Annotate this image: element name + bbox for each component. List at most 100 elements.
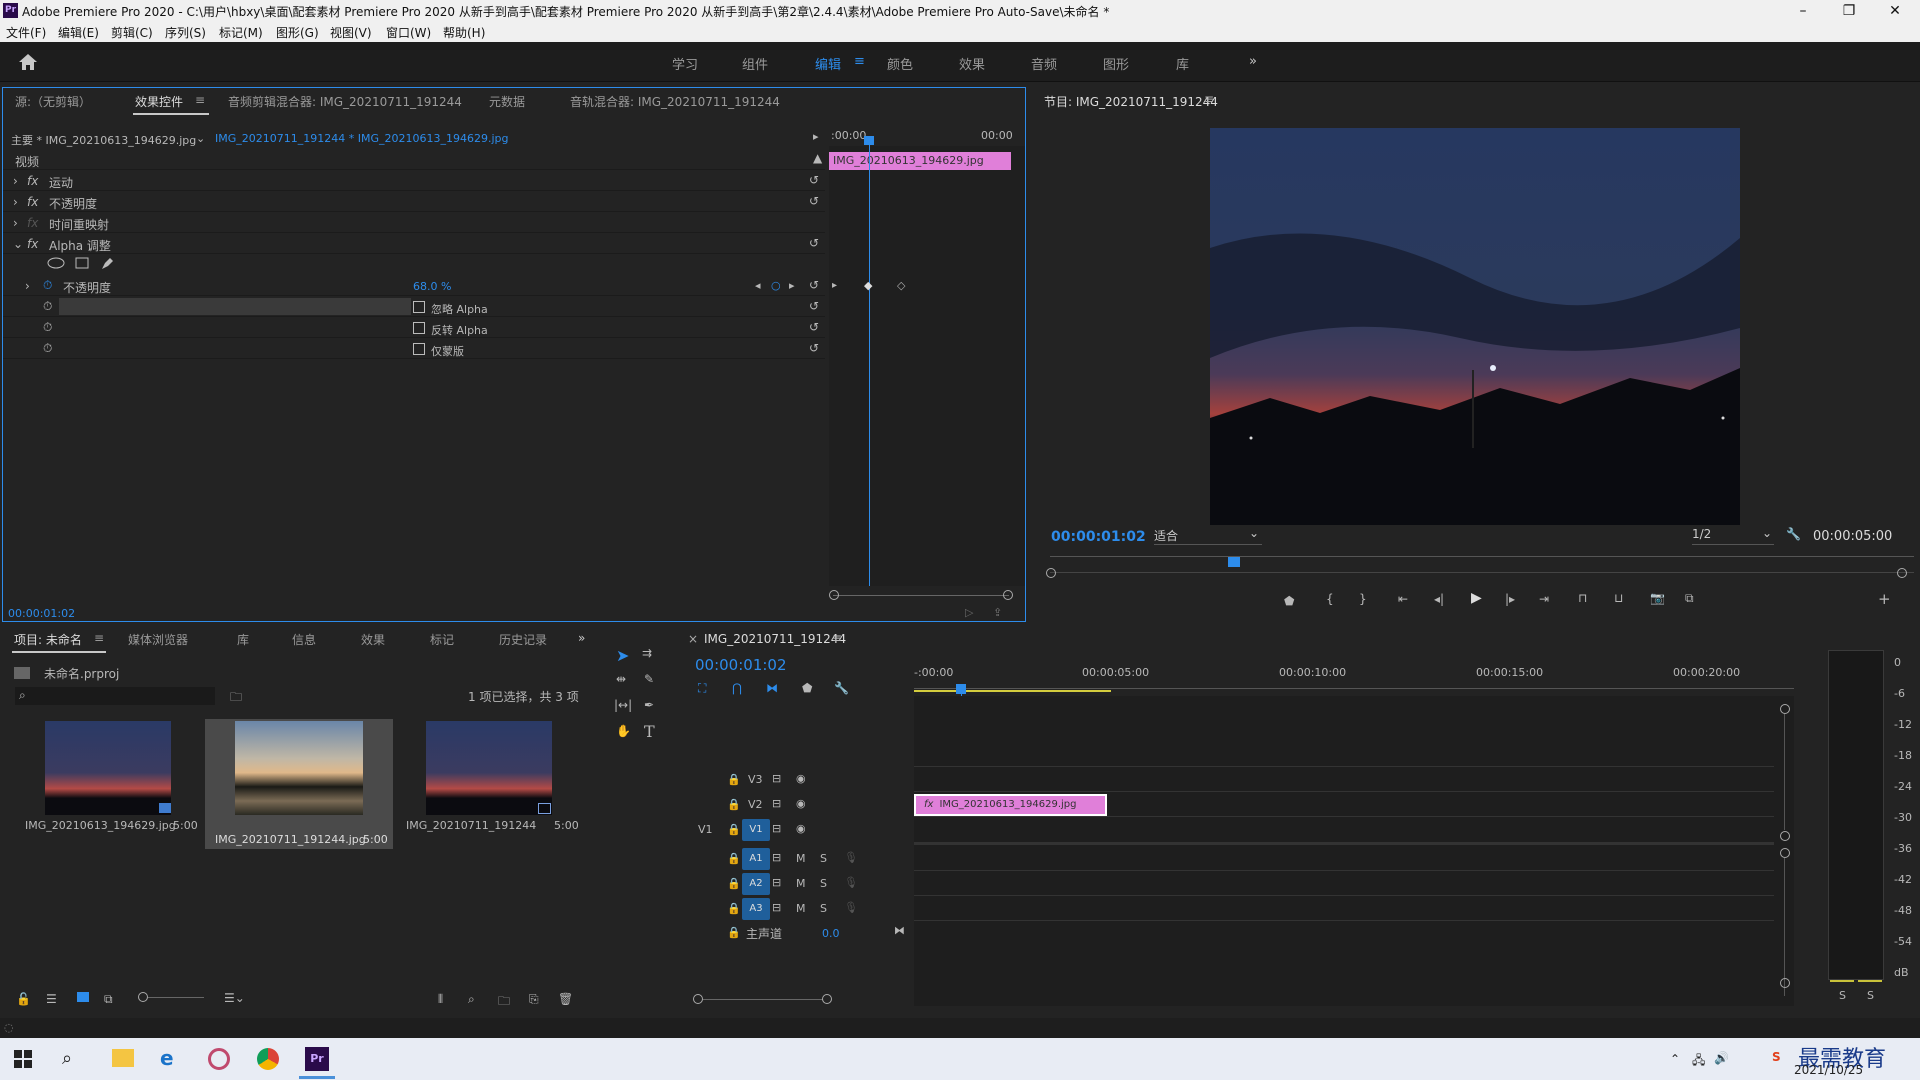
nest-icon[interactable]: ⛶: [698, 681, 706, 696]
program-menu-icon[interactable]: ≡: [1204, 92, 1214, 106]
edge-icon[interactable]: e: [160, 1046, 174, 1070]
program-video-frame[interactable]: [1210, 128, 1740, 525]
ellipse-mask-icon[interactable]: [47, 257, 65, 269]
extract-icon[interactable]: ⊔: [1614, 591, 1623, 605]
ime-icon[interactable]: S: [1772, 1050, 1781, 1064]
menu-window[interactable]: 窗口(W): [386, 24, 431, 41]
lock-icon[interactable]: 🔒: [727, 852, 741, 865]
sync-lock-icon[interactable]: ⊟: [772, 797, 781, 810]
sequence-clip-label[interactable]: IMG_20210711_191244 * IMG_20210613_19462…: [215, 132, 509, 145]
expand-chevron-icon[interactable]: ›: [25, 279, 30, 293]
track-label[interactable]: V2: [748, 798, 763, 811]
track-select-tool-icon[interactable]: ⇉: [642, 646, 652, 660]
master-volume-value[interactable]: 0.0: [822, 927, 840, 940]
program-zoom-left[interactable]: [1046, 568, 1056, 578]
microphone-icon[interactable]: 🎙: [844, 876, 858, 889]
workspace-color[interactable]: 颜色: [887, 54, 913, 73]
new-item-icon[interactable]: ⎘: [529, 992, 539, 1007]
tab-source[interactable]: 源:（无剪辑）: [15, 93, 91, 110]
audio-scroll-bottom[interactable]: [1780, 978, 1790, 988]
param-row-invert-alpha[interactable]: ⏱ 反转 Alpha ↺: [3, 318, 825, 338]
program-monitor-title[interactable]: 节目: IMG_20210711_191244: [1044, 93, 1218, 110]
ec-current-time[interactable]: 00:00:01:02: [8, 607, 75, 620]
reset-icon[interactable]: ↺: [809, 299, 819, 313]
go-to-in-icon[interactable]: ⇤: [1398, 592, 1408, 606]
new-bin-icon[interactable]: 🗀: [498, 992, 510, 1013]
sync-lock-icon[interactable]: ⊟: [772, 851, 781, 864]
add-keyframe-icon[interactable]: ○: [771, 279, 781, 292]
snap-icon[interactable]: ⋂: [732, 681, 742, 695]
filter-icon[interactable]: ▷: [965, 606, 973, 619]
ignore-alpha-checkbox[interactable]: [413, 301, 425, 313]
solo-button[interactable]: S: [820, 852, 827, 865]
zoom-slider-track[interactable]: [148, 997, 204, 998]
track-target-v1[interactable]: V1: [742, 819, 770, 841]
audio-meter[interactable]: [1828, 650, 1884, 980]
timeline-clip-v2[interactable]: fx IMG_20210613_194629.jpg: [914, 794, 1107, 816]
find-icon[interactable]: ⌕: [468, 992, 475, 1007]
ec-playhead[interactable]: [869, 138, 870, 586]
automate-to-sequence-icon[interactable]: ⫴: [438, 992, 443, 1007]
stopwatch-icon[interactable]: ⏱: [43, 278, 52, 293]
zoom-slider-handle[interactable]: [138, 992, 148, 1002]
tray-chevron-icon[interactable]: ⌃: [1670, 1052, 1680, 1066]
fit-dropdown[interactable]: 适合 ⌄: [1154, 526, 1262, 545]
param-row-mask-only[interactable]: ⏱ 仅蒙版 ↺: [3, 339, 825, 359]
keyframe-icon[interactable]: ◆: [864, 279, 872, 292]
ec-playhead-handle[interactable]: [864, 136, 874, 145]
collapse-icon[interactable]: ▲: [813, 151, 822, 165]
next-keyframe-icon[interactable]: ▸: [789, 279, 795, 292]
clip-dropdown-icon[interactable]: ⌄: [196, 132, 205, 145]
menu-help[interactable]: 帮助(H): [443, 24, 485, 41]
effect-row-time-remap[interactable]: › fx 时间重映射: [3, 213, 825, 233]
pen-tool-icon[interactable]: ✒: [644, 698, 654, 712]
track-target-a1[interactable]: A1: [742, 848, 770, 870]
lock-icon[interactable]: 🔒: [727, 823, 741, 836]
ec-clip-bar[interactable]: IMG_20210613_194629.jpg: [829, 152, 1011, 170]
fx-icon[interactable]: fx: [27, 195, 38, 209]
export-icon[interactable]: ⇪: [993, 606, 1002, 619]
freeform-view-icon[interactable]: ⧉: [104, 992, 113, 1007]
add-marker-icon[interactable]: ⬟: [802, 681, 812, 695]
sort-icon[interactable]: ☰⌄: [224, 991, 245, 1005]
workspace-editing[interactable]: 编辑: [815, 54, 841, 73]
close-window-button[interactable]: ✕: [1872, 0, 1918, 22]
linked-selection-icon[interactable]: ⧓: [766, 681, 778, 695]
sync-lock-icon[interactable]: ⊟: [772, 901, 781, 914]
reset-icon[interactable]: ↺: [809, 320, 819, 334]
project-item-selected[interactable]: IMG_20210711_191244.jpg 5:00: [205, 719, 393, 849]
step-forward-icon[interactable]: |▸: [1505, 592, 1515, 606]
tab-history[interactable]: 历史记录: [499, 631, 547, 648]
lift-icon[interactable]: ⊓: [1578, 591, 1587, 605]
menu-graphics[interactable]: 图形(G): [276, 24, 319, 41]
tab-effect-controls-menu-icon[interactable]: ≡: [195, 93, 205, 107]
reset-icon[interactable]: ↺: [809, 173, 819, 187]
lock-icon[interactable]: 🔒: [727, 926, 741, 939]
premiere-taskbar-icon[interactable]: Pr: [305, 1047, 329, 1071]
tab-project-menu-icon[interactable]: ≡: [94, 631, 104, 645]
volume-icon[interactable]: 🔊: [1714, 1051, 1729, 1065]
fx-icon[interactable]: fx: [27, 237, 38, 251]
new-bin-from-search-icon[interactable]: 🗀: [230, 688, 242, 709]
workspace-menu-icon[interactable]: ≡: [854, 54, 865, 69]
eye-icon[interactable]: ◉: [796, 822, 806, 835]
eye-icon[interactable]: ◉: [796, 772, 806, 785]
tab-project[interactable]: 项目: 未命名: [14, 631, 82, 648]
meter-solo-right[interactable]: S: [1867, 989, 1874, 1002]
timeline-settings-icon[interactable]: 🔧: [834, 681, 849, 695]
pen-mask-icon[interactable]: [100, 255, 116, 271]
work-area-bar[interactable]: [914, 690, 1111, 692]
expand-chevron-icon[interactable]: ›: [13, 216, 18, 230]
meter-solo-left[interactable]: S: [1839, 989, 1846, 1002]
file-explorer-icon[interactable]: [112, 1049, 134, 1067]
tab-effect-controls[interactable]: 效果控件: [135, 93, 183, 110]
windows-start-icon[interactable]: [14, 1050, 32, 1068]
workspace-libraries[interactable]: 库: [1176, 54, 1189, 73]
lock-icon[interactable]: 🔒: [727, 902, 741, 915]
eye-icon[interactable]: ◉: [796, 797, 806, 810]
play-icon[interactable]: ▶: [1471, 590, 1482, 606]
program-scrub-ruler[interactable]: [1050, 556, 1914, 557]
track-label[interactable]: V3: [748, 773, 763, 786]
expand-chevron-icon[interactable]: ›: [13, 195, 18, 209]
tab-info[interactable]: 信息: [292, 631, 316, 648]
